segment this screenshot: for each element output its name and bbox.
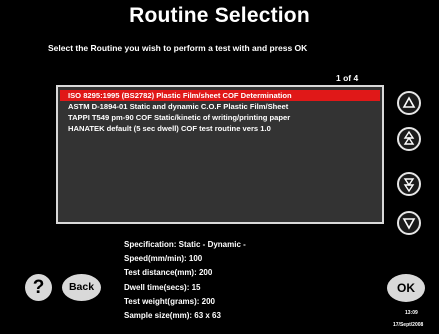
routine-list-item[interactable]: HANATEK default (5 sec dwell) COF test r…: [60, 123, 380, 134]
page-down-button[interactable]: [397, 172, 421, 196]
routine-list-item[interactable]: ISO 8295:1995 (BS2782) Plastic Film/shee…: [60, 90, 380, 101]
spec-dwell: Dwell time(secs): 15: [124, 283, 201, 292]
spec-weight: Test weight(grams): 200: [124, 297, 215, 306]
spec-distance: Test distance(mm): 200: [124, 268, 213, 277]
page-down-icon: [403, 178, 415, 193]
clock-date: 17/Sept/2008: [393, 322, 424, 328]
routine-list-item[interactable]: TAPPI T549 pm-90 COF Static/kinetic of w…: [60, 112, 380, 123]
spec-sample: Sample size(mm): 63 x 63: [124, 311, 221, 320]
scroll-up-icon: [402, 96, 416, 108]
spec-speed: Speed(mm/min): 100: [124, 254, 203, 263]
spec-specification: Specification: Static - Dynamic -: [124, 240, 246, 249]
ok-button[interactable]: OK: [387, 274, 425, 302]
page-title: Routine Selection: [129, 4, 310, 27]
instruction-text: Select the Routine you wish to perform a…: [48, 43, 308, 53]
scroll-up-button[interactable]: [397, 91, 421, 115]
page-up-icon: [403, 130, 415, 145]
routine-list[interactable]: ISO 8295:1995 (BS2782) Plastic Film/shee…: [56, 85, 384, 224]
page-indicator: 1 of 4: [336, 73, 359, 83]
scroll-down-button[interactable]: [397, 211, 421, 235]
back-button[interactable]: Back: [62, 274, 101, 301]
help-button[interactable]: ?: [25, 274, 52, 301]
clock-time: 13:09: [405, 310, 418, 316]
scroll-down-icon: [402, 218, 416, 230]
routine-list-item[interactable]: ASTM D-1894-01 Static and dynamic C.O.F …: [60, 101, 380, 112]
page-up-button[interactable]: [397, 127, 421, 151]
